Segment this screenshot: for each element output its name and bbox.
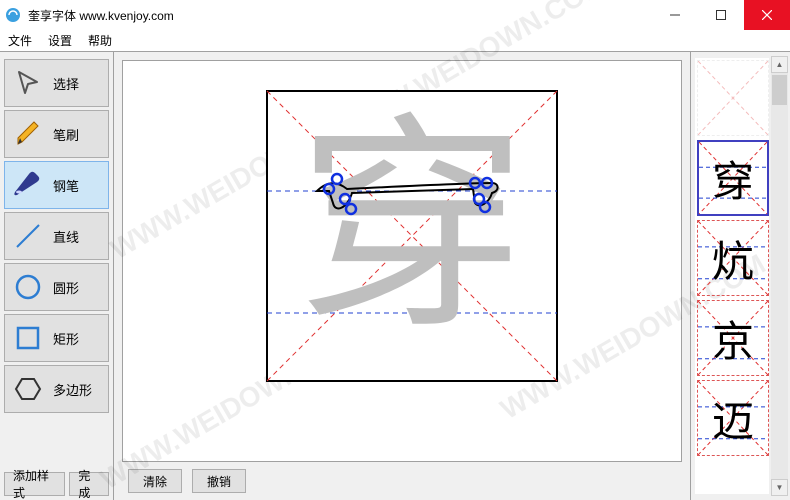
glyph-cell[interactable]: 炕 bbox=[697, 220, 769, 296]
glyph-cell-blank[interactable] bbox=[697, 60, 769, 136]
glyph-cell[interactable]: 京 bbox=[697, 300, 769, 376]
toolbox: 选择 笔刷 钢笔 直线 bbox=[0, 52, 114, 500]
close-button[interactable] bbox=[744, 0, 790, 30]
tool-label: 笔刷 bbox=[53, 125, 79, 144]
tool-line[interactable]: 直线 bbox=[4, 212, 109, 260]
minimize-button[interactable] bbox=[652, 0, 698, 30]
maximize-button[interactable] bbox=[698, 0, 744, 30]
scroll-down-icon[interactable]: ▼ bbox=[771, 479, 788, 496]
glyph-cell[interactable]: 穿 bbox=[697, 140, 769, 216]
glyph-char: 迈 bbox=[698, 381, 768, 455]
scroll-track[interactable] bbox=[771, 73, 788, 479]
finish-button[interactable]: 完成 bbox=[69, 472, 109, 496]
line-icon bbox=[11, 219, 45, 253]
glyph-list: 穿 炕 京 迈 bbox=[695, 58, 769, 494]
tool-label: 钢笔 bbox=[53, 176, 79, 195]
glyph-cell[interactable]: 迈 bbox=[697, 380, 769, 456]
canvas-actions: 清除 撤销 bbox=[122, 462, 682, 496]
tool-pen[interactable]: 钢笔 bbox=[4, 161, 109, 209]
scroll-up-icon[interactable]: ▲ bbox=[771, 56, 788, 73]
menu-file[interactable]: 文件 bbox=[0, 30, 40, 51]
tool-label: 选择 bbox=[53, 74, 79, 93]
pen-icon bbox=[11, 168, 45, 202]
tool-list: 选择 笔刷 钢笔 直线 bbox=[0, 52, 113, 417]
clear-button[interactable]: 清除 bbox=[128, 469, 182, 493]
tool-label: 直线 bbox=[53, 227, 79, 246]
app-icon bbox=[0, 7, 26, 23]
tool-circle[interactable]: 圆形 bbox=[4, 263, 109, 311]
tool-polygon[interactable]: 多边形 bbox=[4, 365, 109, 413]
circle-icon bbox=[11, 270, 45, 304]
canvas[interactable]: WWW.WEIDOWN.COM WWW.WEIDOWN.COM WWW.WEID… bbox=[122, 60, 682, 462]
add-style-button[interactable]: 添加样式 bbox=[4, 472, 65, 496]
menu-help[interactable]: 帮助 bbox=[80, 30, 120, 51]
square-icon bbox=[11, 321, 45, 355]
tool-select[interactable]: 选择 bbox=[4, 59, 109, 107]
body: 选择 笔刷 钢笔 直线 bbox=[0, 52, 790, 500]
reference-glyph: 穿 bbox=[297, 98, 527, 355]
menu-settings[interactable]: 设置 bbox=[40, 30, 80, 51]
canvas-area: WWW.WEIDOWN.COM WWW.WEIDOWN.COM WWW.WEID… bbox=[114, 52, 690, 500]
scroll-thumb[interactable] bbox=[772, 75, 787, 105]
menubar: 文件 设置 帮助 bbox=[0, 30, 790, 52]
glyph-char: 炕 bbox=[698, 221, 768, 295]
tool-rect[interactable]: 矩形 bbox=[4, 314, 109, 362]
tool-label: 多边形 bbox=[53, 380, 92, 399]
tool-label: 矩形 bbox=[53, 329, 79, 348]
undo-button[interactable]: 撤销 bbox=[192, 469, 246, 493]
glyph-char: 京 bbox=[698, 301, 768, 375]
glyph-scrollbar[interactable]: ▲ ▼ bbox=[771, 56, 788, 496]
toolbox-bottom-buttons: 添加样式 完成 bbox=[0, 468, 113, 500]
tool-brush[interactable]: 笔刷 bbox=[4, 110, 109, 158]
titlebar: 奎享字体 www.kvenjoy.com bbox=[0, 0, 790, 30]
window-button-group bbox=[652, 0, 790, 30]
tool-label: 圆形 bbox=[53, 278, 79, 297]
hexagon-icon bbox=[11, 372, 45, 406]
window-title: 奎享字体 www.kvenjoy.com bbox=[26, 7, 652, 24]
glyph-panel: 穿 炕 京 迈 ▲ ▼ bbox=[690, 52, 790, 500]
glyph-char: 穿 bbox=[699, 142, 767, 214]
pencil-icon bbox=[11, 117, 45, 151]
cursor-icon bbox=[11, 66, 45, 100]
